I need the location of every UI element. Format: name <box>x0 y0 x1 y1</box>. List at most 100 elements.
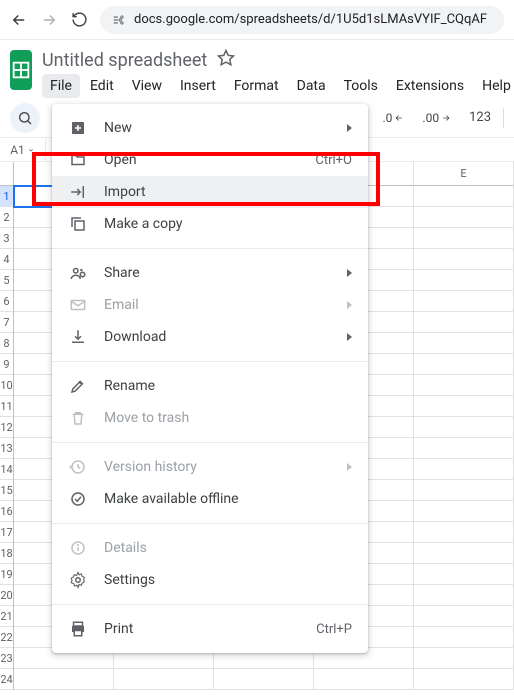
doc-title[interactable]: Untitled spreadsheet <box>42 50 207 71</box>
cell[interactable] <box>414 333 514 354</box>
menu-item-download[interactable]: Download <box>52 321 368 353</box>
menu-item-label: Settings <box>104 572 352 588</box>
cell[interactable] <box>114 669 214 690</box>
cell[interactable] <box>414 375 514 396</box>
cell[interactable] <box>414 606 514 627</box>
row-header[interactable]: 4 <box>0 249 13 270</box>
file-menu-dropdown: NewOpenCtrl+OImportMake a copyShareEmail… <box>52 104 368 653</box>
menu-divider <box>52 523 368 524</box>
row-header[interactable]: 1 <box>0 186 13 207</box>
row-header[interactable]: 20 <box>0 585 13 606</box>
menu-item-move-to-trash: Move to trash <box>52 402 368 434</box>
row-header[interactable]: 12 <box>0 417 13 438</box>
share-icon <box>68 263 88 283</box>
menu-data[interactable]: Data <box>289 74 334 98</box>
menu-item-rename[interactable]: Rename <box>52 370 368 402</box>
menu-edit[interactable]: Edit <box>82 74 122 98</box>
col-header-e[interactable]: E <box>414 162 514 186</box>
cell[interactable] <box>414 354 514 375</box>
url-bar[interactable]: docs.google.com/spreadsheets/d/1U5d1sLMA… <box>100 6 504 34</box>
menu-item-share[interactable]: Share <box>52 257 368 289</box>
cell[interactable] <box>214 669 314 690</box>
row-header[interactable]: 23 <box>0 648 13 669</box>
cell[interactable] <box>14 669 114 690</box>
back-icon[interactable] <box>10 11 28 29</box>
cell[interactable] <box>414 186 514 207</box>
cell[interactable] <box>314 669 414 690</box>
row-header[interactable]: 17 <box>0 522 13 543</box>
rename-icon <box>68 376 88 396</box>
cell[interactable] <box>414 249 514 270</box>
row-header[interactable]: 22 <box>0 627 13 648</box>
sheets-logo[interactable] <box>10 50 32 90</box>
menu-help[interactable]: Help <box>474 74 514 98</box>
cell[interactable] <box>414 417 514 438</box>
cell[interactable] <box>414 270 514 291</box>
url-text: docs.google.com/spreadsheets/d/1U5d1sLMA… <box>134 12 487 27</box>
cell[interactable] <box>414 627 514 648</box>
row-header[interactable]: 18 <box>0 543 13 564</box>
cell[interactable] <box>414 291 514 312</box>
menu-view[interactable]: View <box>124 74 170 98</box>
increase-decimal-button[interactable]: .00 <box>416 104 457 132</box>
row-header[interactable]: 11 <box>0 396 13 417</box>
menu-item-import[interactable]: Import <box>52 176 368 208</box>
cell[interactable] <box>414 228 514 249</box>
row-header[interactable]: 15 <box>0 480 13 501</box>
row-header[interactable]: 19 <box>0 564 13 585</box>
cell[interactable] <box>414 585 514 606</box>
row-header[interactable]: 3 <box>0 228 13 249</box>
row-header[interactable]: 24 <box>0 669 13 690</box>
cell[interactable] <box>414 564 514 585</box>
menu-insert[interactable]: Insert <box>172 74 224 98</box>
cell[interactable] <box>414 438 514 459</box>
cell[interactable] <box>414 207 514 228</box>
search-menus-button[interactable] <box>10 103 40 133</box>
menu-item-details: Details <box>52 532 368 564</box>
row-header[interactable]: 2 <box>0 207 13 228</box>
menu-item-label: Share <box>104 265 331 281</box>
more-formats-button[interactable]: 123 <box>463 104 497 132</box>
star-icon[interactable] <box>217 49 235 71</box>
forward-icon[interactable] <box>40 11 58 29</box>
cell[interactable] <box>414 312 514 333</box>
select-all-corner[interactable] <box>0 162 14 186</box>
menu-tools[interactable]: Tools <box>336 74 386 98</box>
row-header[interactable]: 9 <box>0 354 13 375</box>
cell[interactable] <box>414 396 514 417</box>
row-header[interactable]: 8 <box>0 333 13 354</box>
cell[interactable] <box>414 543 514 564</box>
menu-item-make-a-copy[interactable]: Make a copy <box>52 208 368 240</box>
cell[interactable] <box>414 480 514 501</box>
cell[interactable] <box>414 648 514 669</box>
cell[interactable] <box>414 669 514 690</box>
menu-extensions[interactable]: Extensions <box>388 74 472 98</box>
menu-file[interactable]: File <box>42 74 80 98</box>
row-header[interactable]: 6 <box>0 291 13 312</box>
name-box[interactable]: A1 <box>0 138 46 162</box>
row-header[interactable]: 21 <box>0 606 13 627</box>
row-header[interactable]: 5 <box>0 270 13 291</box>
cell[interactable] <box>414 522 514 543</box>
menu-item-version-history: Version history <box>52 451 368 483</box>
cell[interactable] <box>414 501 514 522</box>
row-header[interactable]: 10 <box>0 375 13 396</box>
copy-icon <box>68 214 88 234</box>
row-header[interactable]: 14 <box>0 459 13 480</box>
row-header[interactable]: 16 <box>0 501 13 522</box>
menu-item-make-available-offline[interactable]: Make available offline <box>52 483 368 515</box>
cell[interactable] <box>414 459 514 480</box>
row-header[interactable]: 7 <box>0 312 13 333</box>
menu-divider <box>52 604 368 605</box>
menu-item-settings[interactable]: Settings <box>52 564 368 596</box>
menu-item-open[interactable]: OpenCtrl+O <box>52 144 368 176</box>
menu-format[interactable]: Format <box>226 74 287 98</box>
decrease-decimal-button[interactable]: .0 <box>377 104 411 132</box>
menu-item-new[interactable]: New <box>52 112 368 144</box>
menu-shortcut: Ctrl+O <box>315 153 352 168</box>
site-controls-icon <box>112 13 126 27</box>
menu-item-print[interactable]: PrintCtrl+P <box>52 613 368 645</box>
row-header[interactable]: 13 <box>0 438 13 459</box>
row-headers: 123456789101112131415161718192021222324 <box>0 186 14 690</box>
reload-icon[interactable] <box>70 11 88 29</box>
